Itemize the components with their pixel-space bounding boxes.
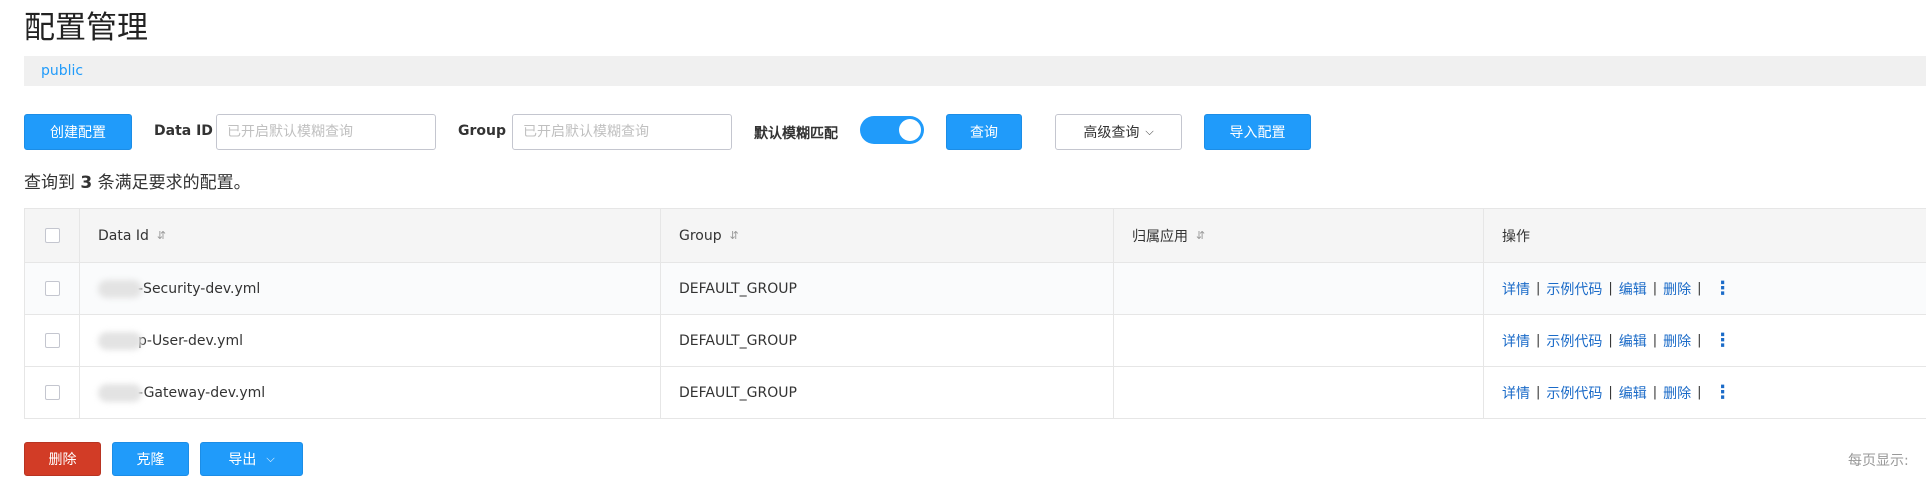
data-id-input[interactable] — [216, 114, 436, 150]
actions-cell: 详情 | 示例代码 | 编辑 | 删除 | ⋮ — [1502, 277, 1732, 299]
page-title: 配置管理 — [24, 10, 148, 46]
app-cell — [1114, 367, 1484, 418]
clone-button[interactable]: 克隆 — [112, 442, 189, 476]
group-cell: DEFAULT_GROUP — [661, 367, 1114, 418]
group-input[interactable] — [512, 114, 732, 150]
result-suffix: 条满足要求的配置。 — [92, 173, 251, 193]
data-id-cell: -Gateway-dev.yml — [80, 367, 661, 418]
app-cell — [1114, 263, 1484, 314]
import-config-button[interactable]: 导入配置 — [1204, 114, 1311, 150]
sort-icon: ⇵ — [729, 229, 739, 242]
column-header-group[interactable]: Group ⇵ — [661, 209, 1114, 262]
delete-link[interactable]: 删除 — [1663, 279, 1691, 299]
page-size-label: 每页显示: — [1848, 453, 1909, 469]
batch-delete-button[interactable]: 删除 — [24, 442, 101, 476]
fuzzy-match-label: 默认模糊匹配 — [754, 126, 838, 142]
export-label: 导出 — [228, 452, 257, 468]
more-options-icon[interactable]: ⋮ — [1714, 383, 1732, 401]
result-count: 3 — [80, 173, 93, 193]
namespace-public-link[interactable]: public — [41, 63, 83, 79]
chevron-down-icon: ⌵ — [1145, 125, 1154, 138]
redacted-text — [98, 383, 142, 402]
edit-link[interactable]: 编辑 — [1619, 331, 1647, 351]
detail-link[interactable]: 详情 — [1502, 331, 1530, 351]
group-label: Group — [458, 123, 507, 139]
result-prefix: 查询到 — [24, 173, 81, 193]
sample-code-link[interactable]: 示例代码 — [1546, 279, 1602, 299]
table-row: -Security-dev.yml DEFAULT_GROUP 详情 | 示例代码… — [25, 263, 1926, 315]
create-config-button[interactable]: 创建配置 — [24, 114, 132, 150]
fuzzy-match-toggle[interactable] — [860, 116, 924, 144]
group-cell: DEFAULT_GROUP — [661, 315, 1114, 366]
detail-link[interactable]: 详情 — [1502, 279, 1530, 299]
export-button[interactable]: 导出 ⌵ — [200, 442, 303, 476]
redacted-text — [98, 279, 142, 298]
data-id-label: Data ID — [154, 123, 213, 139]
more-options-icon[interactable]: ⋮ — [1714, 331, 1732, 349]
table-row: -Gateway-dev.yml DEFAULT_GROUP 详情 | 示例代码 |… — [25, 367, 1926, 419]
sample-code-link[interactable]: 示例代码 — [1546, 331, 1602, 351]
toggle-knob — [899, 119, 921, 141]
edit-link[interactable]: 编辑 — [1619, 383, 1647, 403]
row-checkbox[interactable] — [44, 281, 60, 296]
edit-link[interactable]: 编辑 — [1619, 279, 1647, 299]
table-header: Data Id ⇵ Group ⇵ 归属应用 ⇵ 操作 — [25, 209, 1926, 263]
query-button[interactable]: 查询 — [946, 114, 1022, 150]
advanced-query-label: 高级查询 — [1083, 125, 1140, 141]
result-summary: 查询到 3 条满足要求的配置。 — [24, 168, 251, 193]
data-id-cell: -Security-dev.yml — [80, 263, 661, 314]
column-header-app[interactable]: 归属应用 ⇵ — [1114, 209, 1484, 262]
actions-cell: 详情 | 示例代码 | 编辑 | 删除 | ⋮ — [1502, 381, 1732, 403]
sample-code-link[interactable]: 示例代码 — [1546, 383, 1602, 403]
data-id-cell: p-User-dev.yml — [80, 315, 661, 366]
detail-link[interactable]: 详情 — [1502, 383, 1530, 403]
sort-icon: ⇵ — [156, 229, 167, 242]
delete-link[interactable]: 删除 — [1663, 331, 1691, 351]
select-all-checkbox[interactable] — [44, 228, 60, 243]
namespace-bar: public — [24, 56, 1926, 86]
column-header-data-id[interactable]: Data Id ⇵ — [80, 209, 661, 262]
column-header-actions: 操作 — [1502, 228, 1530, 245]
row-checkbox[interactable] — [44, 333, 60, 348]
actions-cell: 详情 | 示例代码 | 编辑 | 删除 | ⋮ — [1502, 329, 1732, 351]
group-cell: DEFAULT_GROUP — [661, 263, 1114, 314]
chevron-down-icon: ⌵ — [266, 452, 275, 465]
advanced-query-button[interactable]: 高级查询 ⌵ — [1055, 114, 1182, 150]
table-row: p-User-dev.yml DEFAULT_GROUP 详情 | 示例代码 | 编… — [25, 315, 1926, 367]
delete-link[interactable]: 删除 — [1663, 383, 1691, 403]
sort-icon: ⇵ — [1196, 229, 1206, 242]
row-checkbox[interactable] — [44, 385, 60, 400]
redacted-text — [98, 331, 142, 350]
app-cell — [1114, 315, 1484, 366]
more-options-icon[interactable]: ⋮ — [1714, 279, 1732, 297]
header-select-cell — [25, 209, 80, 262]
config-table: Data Id ⇵ Group ⇵ 归属应用 ⇵ 操作 -Security-dev.y… — [24, 208, 1926, 419]
config-management-page: 配置管理 public 创建配置 Data ID Group 默认模糊匹配 查询… — [0, 0, 1926, 498]
